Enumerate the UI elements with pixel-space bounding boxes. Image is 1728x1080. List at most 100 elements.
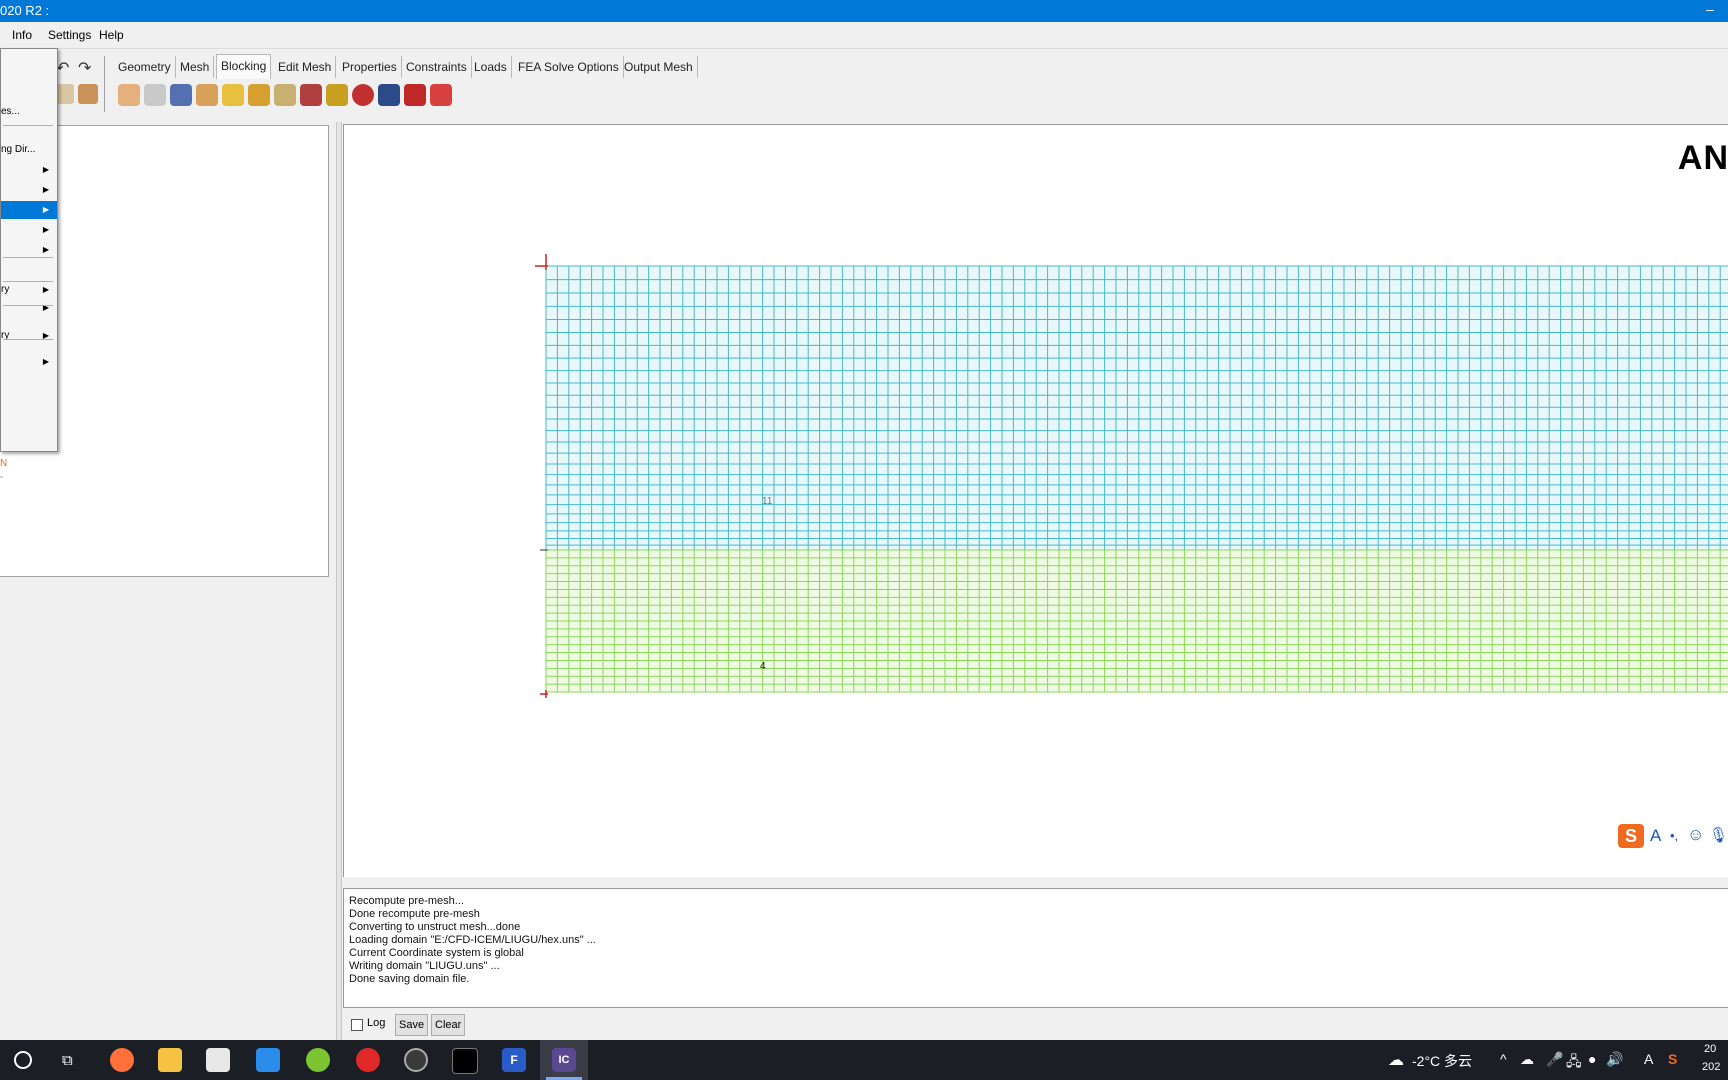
menu-bar: Info Settings Help bbox=[0, 22, 1728, 49]
ime-toolbar[interactable]: S A •, ☺ 🎙 bbox=[1618, 822, 1728, 850]
dropdown-item[interactable]: ▶ bbox=[1, 161, 57, 179]
taskbar: ⧉ F IC ☁ -2°C 多云 ^ ☁ 🎤 🖧 ● 🔊 A S 20 202 bbox=[0, 1040, 1728, 1080]
store-icon[interactable] bbox=[206, 1048, 230, 1072]
chevron-up-icon[interactable]: ^ bbox=[1500, 1051, 1507, 1067]
ansys-logo-text: AN bbox=[1677, 139, 1728, 177]
delete-block-icon[interactable] bbox=[404, 84, 426, 106]
dropdown-item[interactable]: ▶ bbox=[1, 221, 57, 239]
redo-icon[interactable]: ↷ bbox=[78, 58, 91, 78]
input-mode-icon[interactable]: A bbox=[1644, 1051, 1653, 1067]
console-line: Done recompute pre-mesh bbox=[349, 908, 480, 920]
clear-button[interactable]: Clear bbox=[431, 1014, 466, 1036]
tab-properties[interactable]: Properties bbox=[338, 56, 402, 78]
menu-separator bbox=[3, 305, 53, 306]
transform-blocks-icon[interactable] bbox=[274, 84, 296, 106]
menu-info[interactable]: Info bbox=[12, 28, 32, 42]
submenu-arrow-icon: ▶ bbox=[42, 357, 49, 366]
split-block-icon[interactable] bbox=[144, 84, 166, 106]
mail-icon[interactable] bbox=[256, 1048, 280, 1072]
log-label: Log bbox=[367, 1017, 386, 1029]
app-green-icon[interactable] bbox=[306, 1048, 330, 1072]
tab-fea-solve-options[interactable]: FEA Solve Options bbox=[514, 56, 624, 78]
block-label-lower: 4 bbox=[760, 661, 766, 672]
clock-time[interactable]: 20 bbox=[1704, 1043, 1716, 1055]
microphone-icon[interactable]: 🎙 bbox=[1709, 826, 1728, 844]
merge-vertices-icon[interactable] bbox=[170, 84, 192, 106]
tab-edit-mesh[interactable]: Edit Mesh bbox=[274, 56, 337, 78]
graphics-viewport[interactable]: AN bbox=[343, 124, 1728, 877]
submenu-arrow-icon: ▶ bbox=[42, 285, 49, 294]
onedrive-icon[interactable]: ☁ bbox=[1520, 1051, 1534, 1068]
search-icon[interactable] bbox=[14, 1051, 32, 1069]
netease-music-icon[interactable] bbox=[356, 1048, 380, 1072]
minimize-button[interactable]: – bbox=[1706, 1, 1714, 17]
box-icon[interactable] bbox=[78, 84, 98, 104]
log-checkbox[interactable] bbox=[351, 1019, 363, 1031]
dropdown-item[interactable]: ry ▶ bbox=[1, 327, 57, 345]
pre-mesh-smooth-icon[interactable] bbox=[352, 84, 374, 106]
block-label-upper: 11 bbox=[762, 496, 773, 507]
associate-icon[interactable] bbox=[222, 84, 244, 106]
dropdown-item[interactable] bbox=[1, 83, 57, 101]
edit-block-icon[interactable] bbox=[196, 84, 218, 106]
clock-date[interactable]: 202 bbox=[1702, 1061, 1720, 1073]
tab-geometry[interactable]: Geometry bbox=[114, 56, 176, 78]
app-tray-icon[interactable]: ● bbox=[1588, 1051, 1596, 1067]
block-icon[interactable] bbox=[56, 84, 74, 104]
dropdown-item[interactable]: ▶ bbox=[1, 201, 57, 219]
tree-item-n[interactable]: N bbox=[0, 458, 7, 469]
network-icon[interactable]: 🖧 bbox=[1566, 1051, 1582, 1075]
microphone-tray-icon[interactable]: 🎤 bbox=[1546, 1051, 1563, 1068]
console-line: Current Coordinate system is global bbox=[349, 947, 524, 959]
file-explorer-icon[interactable] bbox=[158, 1048, 182, 1072]
tab-blocking[interactable]: Blocking bbox=[216, 54, 272, 79]
fluent-icon[interactable]: F bbox=[502, 1048, 526, 1072]
obs-icon[interactable] bbox=[404, 1048, 428, 1072]
dropdown-item[interactable]: ▶ bbox=[1, 181, 57, 199]
title-bar: 020 R2 : – bbox=[0, 0, 1728, 22]
tab-loads[interactable]: Loads bbox=[470, 56, 512, 78]
emoji-icon[interactable]: ☺ bbox=[1687, 825, 1704, 845]
console-line: Writing domain "LIUGU.uns" ... bbox=[349, 960, 500, 972]
tab-output-mesh[interactable]: Output Mesh bbox=[620, 56, 698, 78]
tree-item-dash[interactable]: - bbox=[0, 472, 3, 483]
firefox-icon[interactable] bbox=[110, 1048, 134, 1072]
submenu-arrow-icon: ▶ bbox=[42, 303, 49, 312]
submenu-arrow-icon: ▶ bbox=[42, 185, 49, 194]
console-line: Recompute pre-mesh... bbox=[349, 895, 464, 907]
dropdown-item[interactable] bbox=[1, 63, 57, 81]
console-line: Converting to unstruct mesh...done bbox=[349, 921, 521, 933]
submenu-arrow-icon: ▶ bbox=[42, 331, 49, 340]
save-button[interactable]: Save bbox=[395, 1014, 429, 1036]
task-view-icon[interactable]: ⧉ bbox=[62, 1052, 73, 1069]
menu-help[interactable]: Help bbox=[99, 28, 124, 42]
terminal-icon[interactable] bbox=[452, 1048, 478, 1074]
dropdown-item[interactable]: ng Dir... bbox=[1, 141, 57, 159]
ime-punct-icon[interactable]: •, bbox=[1670, 828, 1678, 843]
menu-separator bbox=[3, 257, 53, 258]
check-blocks-icon[interactable] bbox=[378, 84, 400, 106]
sogou-tray-icon[interactable]: S bbox=[1668, 1051, 1677, 1067]
dropdown-item[interactable]: es... bbox=[1, 103, 57, 121]
tab-mesh[interactable]: Mesh bbox=[176, 56, 215, 78]
weather-text[interactable]: -2°C 多云 bbox=[1412, 1051, 1472, 1071]
dropdown-item[interactable]: ▶ bbox=[1, 353, 57, 371]
close-blocking-icon[interactable] bbox=[430, 84, 452, 106]
dropdown-item[interactable]: ▶ bbox=[1, 299, 57, 317]
undo-icon[interactable]: ↶ bbox=[56, 58, 69, 78]
dropdown-item[interactable]: ry ▶ bbox=[1, 281, 57, 299]
icem-taskbar-item[interactable]: IC bbox=[540, 1040, 588, 1080]
weather-cloud-icon[interactable]: ☁ bbox=[1388, 1050, 1404, 1070]
create-block-icon[interactable] bbox=[118, 84, 140, 106]
menu-settings[interactable]: Settings bbox=[48, 28, 91, 42]
volume-icon[interactable]: 🔊 bbox=[1606, 1051, 1623, 1068]
panel-splitter[interactable] bbox=[336, 122, 342, 1040]
message-console[interactable]: Recompute pre-mesh... Done recompute pre… bbox=[343, 888, 1728, 1008]
ime-mode-icon[interactable]: A bbox=[1650, 826, 1661, 846]
left-lower-panel bbox=[0, 580, 335, 1040]
tab-constraints[interactable]: Constraints bbox=[402, 56, 472, 78]
sogou-logo-icon[interactable]: S bbox=[1618, 824, 1644, 848]
pre-mesh-params-icon[interactable] bbox=[326, 84, 348, 106]
edit-edge-icon[interactable] bbox=[300, 84, 322, 106]
move-vertex-icon[interactable] bbox=[248, 84, 270, 106]
